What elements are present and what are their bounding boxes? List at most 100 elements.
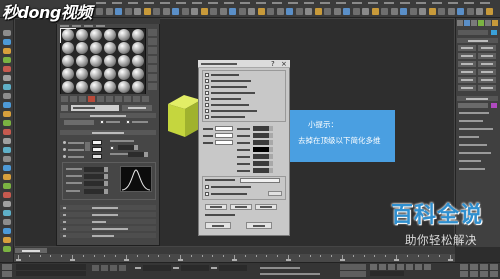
material-toolbar-button[interactable] (142, 96, 149, 102)
checkbox[interactable] (110, 146, 114, 150)
material-toolbar-button[interactable] (115, 96, 122, 102)
material-sample-slot[interactable] (75, 29, 89, 42)
color-swatch[interactable] (92, 147, 102, 152)
left-toolbar-button[interactable] (3, 120, 11, 126)
toolbar-button[interactable] (96, 8, 103, 15)
toolbar-button[interactable] (476, 8, 483, 15)
color-swatch[interactable] (92, 154, 102, 159)
checkbox[interactable] (205, 73, 209, 77)
command-panel-tab[interactable] (478, 20, 484, 26)
sample-slot-option-button[interactable] (148, 29, 157, 36)
spinner[interactable] (104, 174, 108, 179)
spinner[interactable] (269, 140, 273, 145)
spinner[interactable] (104, 189, 108, 194)
sample-slot-option-button[interactable] (148, 47, 157, 54)
playback-control-button[interactable] (397, 264, 404, 270)
left-toolbar-button[interactable] (3, 93, 11, 99)
spinner[interactable] (144, 152, 148, 157)
toolbar-button[interactable] (125, 8, 132, 15)
dialog-spinner-field[interactable] (253, 154, 269, 159)
checkbox[interactable] (205, 85, 209, 89)
viewport-navigation-button[interactable] (480, 271, 488, 277)
material-sample-slot[interactable] (89, 81, 103, 94)
toolbar-button[interactable] (115, 8, 122, 15)
spinner[interactable] (269, 168, 273, 173)
toolbar-button[interactable] (182, 8, 189, 15)
material-sample-slot[interactable] (131, 55, 145, 68)
toolbar-button[interactable] (362, 8, 369, 15)
toolbar-button[interactable] (372, 8, 379, 15)
status-prompt-field[interactable] (16, 271, 86, 276)
material-sample-slot[interactable] (117, 29, 131, 42)
object-name-field[interactable] (458, 30, 488, 35)
dialog-spinner-field[interactable] (253, 126, 269, 131)
toolbar-button[interactable] (457, 8, 464, 15)
spinner[interactable] (269, 126, 273, 131)
dialog-spinner-field[interactable] (253, 133, 269, 138)
material-sample-slot[interactable] (75, 55, 89, 68)
playback-control-button[interactable] (379, 264, 386, 270)
material-sample-slot[interactable] (103, 55, 117, 68)
name-field[interactable] (458, 103, 488, 108)
material-sample-slot[interactable] (61, 68, 75, 81)
material-toolbar-button[interactable] (70, 96, 77, 102)
sample-slot-option-button[interactable] (148, 83, 157, 90)
dialog-spinner-field[interactable] (253, 161, 269, 166)
toolbar-button[interactable] (277, 8, 284, 15)
checkbox[interactable] (205, 91, 209, 95)
left-toolbar-button[interactable] (3, 210, 11, 216)
checkbox[interactable] (100, 120, 104, 124)
material-sample-slot[interactable] (89, 55, 103, 68)
dialog-input-field[interactable] (215, 133, 233, 138)
checkbox[interactable] (205, 97, 209, 101)
toolbar-button[interactable] (220, 8, 227, 15)
material-sample-slot[interactable] (131, 42, 145, 55)
viewport-navigation-button[interactable] (470, 264, 478, 270)
radio-button[interactable] (63, 155, 66, 158)
material-sample-slot[interactable] (117, 68, 131, 81)
maxscript-mini-field[interactable] (2, 271, 12, 277)
toolbar-button[interactable] (201, 8, 208, 15)
left-toolbar-button[interactable] (3, 246, 11, 252)
dialog-spinner-field[interactable] (253, 168, 269, 173)
left-toolbar-button[interactable] (3, 192, 11, 198)
left-toolbar-button[interactable] (3, 201, 11, 207)
maxscript-listener-button[interactable] (2, 264, 12, 270)
dialog-color-swatch[interactable] (253, 147, 269, 152)
toolbar-button[interactable] (248, 8, 255, 15)
sample-slot-option-button[interactable] (148, 74, 157, 81)
checkbox[interactable] (205, 115, 209, 119)
viewport-navigation-button[interactable] (460, 271, 468, 277)
viewport-navigation-button[interactable] (480, 264, 488, 270)
toolbar-button[interactable] (144, 8, 151, 15)
playback-control-button[interactable] (406, 264, 413, 270)
spinner-field[interactable] (84, 181, 104, 186)
dialog-input-field[interactable] (215, 140, 233, 145)
toolbar-button[interactable] (296, 8, 303, 15)
coordinate-field[interactable] (143, 265, 171, 271)
left-toolbar-button[interactable] (3, 165, 11, 171)
sample-slot-option-button[interactable] (148, 56, 157, 63)
spinner-field[interactable] (84, 174, 104, 179)
playback-control-button[interactable] (424, 264, 431, 270)
toolbar-button[interactable] (400, 8, 407, 15)
left-toolbar-button[interactable] (3, 66, 11, 72)
material-sample-slot[interactable] (131, 29, 145, 42)
checkbox[interactable] (126, 120, 130, 124)
status-button[interactable] (92, 265, 99, 271)
material-toolbar-button[interactable] (79, 96, 86, 102)
current-frame-field[interactable] (370, 271, 404, 276)
set-key-button[interactable] (340, 271, 366, 277)
material-sample-slot[interactable] (131, 68, 145, 81)
dialog-input-field[interactable] (215, 126, 233, 131)
material-sample-slot[interactable] (117, 42, 131, 55)
material-toolbar-button[interactable] (106, 96, 113, 102)
toolbar-button[interactable] (429, 8, 436, 15)
dialog-titlebar[interactable] (198, 60, 290, 68)
color-swatch[interactable] (491, 103, 497, 108)
left-toolbar-button[interactable] (3, 129, 11, 135)
viewport-navigation-button[interactable] (470, 271, 478, 277)
playback-control-button[interactable] (388, 264, 395, 270)
dialog-spinner-field[interactable] (253, 140, 269, 145)
playback-control-button[interactable] (370, 264, 377, 270)
